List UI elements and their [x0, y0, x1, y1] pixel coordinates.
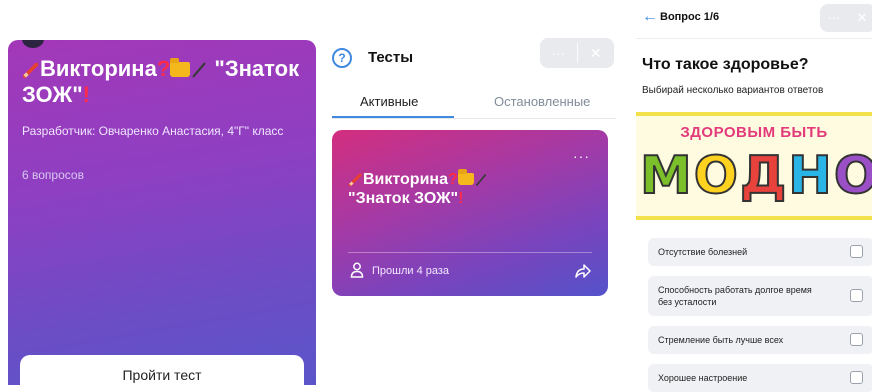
folder-icon: [457, 169, 474, 185]
pen-icon: [475, 174, 486, 186]
window-controls: ··· ✕: [540, 38, 614, 68]
answer-option-label: Способность работать долгое время без ус…: [658, 285, 812, 307]
card-title-word: Викторина: [363, 171, 448, 188]
header-divider: [636, 38, 872, 39]
card-title-quote: "Знаток ЗОЖ": [348, 190, 459, 207]
answer-option-label: Отсутствие болезней: [658, 247, 748, 257]
poster-headline: ЗДОРОВЫМ БЫТЬ: [680, 124, 828, 141]
answer-option-label: Стремление быть лучше всех: [658, 335, 784, 345]
more-button[interactable]: ···: [820, 4, 848, 32]
active-tab-indicator: [332, 116, 454, 118]
answer-option-label: Хорошее настроение: [658, 373, 748, 383]
tab-active[interactable]: Активные: [360, 94, 418, 109]
card-divider: [348, 252, 592, 253]
answer-option[interactable]: Хорошее настроение: [648, 364, 872, 392]
answer-option[interactable]: Стремление быть лучше всех: [648, 326, 872, 354]
window-controls: ··· ✕: [820, 4, 872, 32]
answer-checkbox[interactable]: [850, 289, 863, 302]
poster-big-word: МОДНО: [639, 145, 872, 207]
user-icon: [350, 262, 364, 278]
folder-icon: [170, 58, 191, 77]
answer-checkbox[interactable]: [850, 371, 863, 384]
poster-letter: О: [693, 145, 740, 207]
help-icon[interactable]: ?: [332, 48, 352, 68]
poster-letter: Н: [787, 145, 834, 207]
card-more-button[interactable]: ···: [573, 148, 590, 164]
pencil-icon: [348, 173, 362, 187]
question-title: Что такое здоровье?: [642, 56, 809, 73]
question-hint: Выбирай несколько вариантов ответов: [642, 85, 824, 96]
test-intro-card: Викторина? "Знаток ЗОЖ"! Разработчик: Ов…: [8, 40, 316, 385]
avatar: [22, 40, 44, 48]
tests-list-screen: ? Тесты ··· ✕ Активные Остановленные ···…: [322, 32, 620, 385]
question-screen: ← Вопрос 1/6 ··· ✕ Что такое здоровье? В…: [628, 0, 872, 392]
divider: [576, 43, 578, 63]
test-author: Разработчик: Овчаренко Анастасия, 4"Г" к…: [22, 124, 284, 138]
pencil-icon: [22, 62, 39, 79]
share-icon[interactable]: [574, 263, 592, 279]
poster-letter: О: [833, 145, 872, 207]
start-test-button[interactable]: Пройти тест: [20, 355, 304, 385]
answer-option[interactable]: Способность работать долгое время без ус…: [648, 276, 872, 316]
questions-count: 6 вопросов: [22, 168, 84, 182]
red-exclamation-icon: !: [458, 190, 464, 207]
answer-option[interactable]: Отсутствие болезней: [648, 238, 872, 266]
red-question-icon: ?: [156, 56, 171, 81]
more-button[interactable]: ···: [540, 38, 577, 68]
test-card[interactable]: ··· Викторина? "Знаток ЗОЖ"! Прошли 4 ра…: [332, 130, 608, 296]
title-word: Викторина: [40, 56, 157, 81]
answer-checkbox[interactable]: [850, 245, 863, 258]
test-title: Викторина? "Знаток ЗОЖ"!: [22, 56, 312, 108]
pen-icon: [192, 62, 206, 78]
question-counter: Вопрос 1/6: [660, 11, 720, 23]
answer-checkbox[interactable]: [850, 333, 863, 346]
close-button[interactable]: ✕: [848, 4, 872, 32]
close-button[interactable]: ✕: [578, 38, 615, 68]
passed-count: Прошли 4 раза: [372, 265, 450, 277]
poster-letter: Д: [739, 145, 789, 207]
poster-letter: М: [639, 145, 694, 207]
red-exclamation-icon: !: [82, 82, 90, 107]
page-title: Тесты: [368, 49, 414, 66]
back-arrow-icon[interactable]: ←: [642, 8, 658, 26]
card-title: Викторина? "Знаток ЗОЖ"!: [348, 169, 568, 208]
red-question-icon: ?: [447, 171, 458, 188]
question-image: ЗДОРОВЫМ БЫТЬ МОДНО: [636, 112, 872, 220]
tab-stopped[interactable]: Остановленные: [494, 94, 590, 109]
tabs-divider: [332, 118, 616, 119]
